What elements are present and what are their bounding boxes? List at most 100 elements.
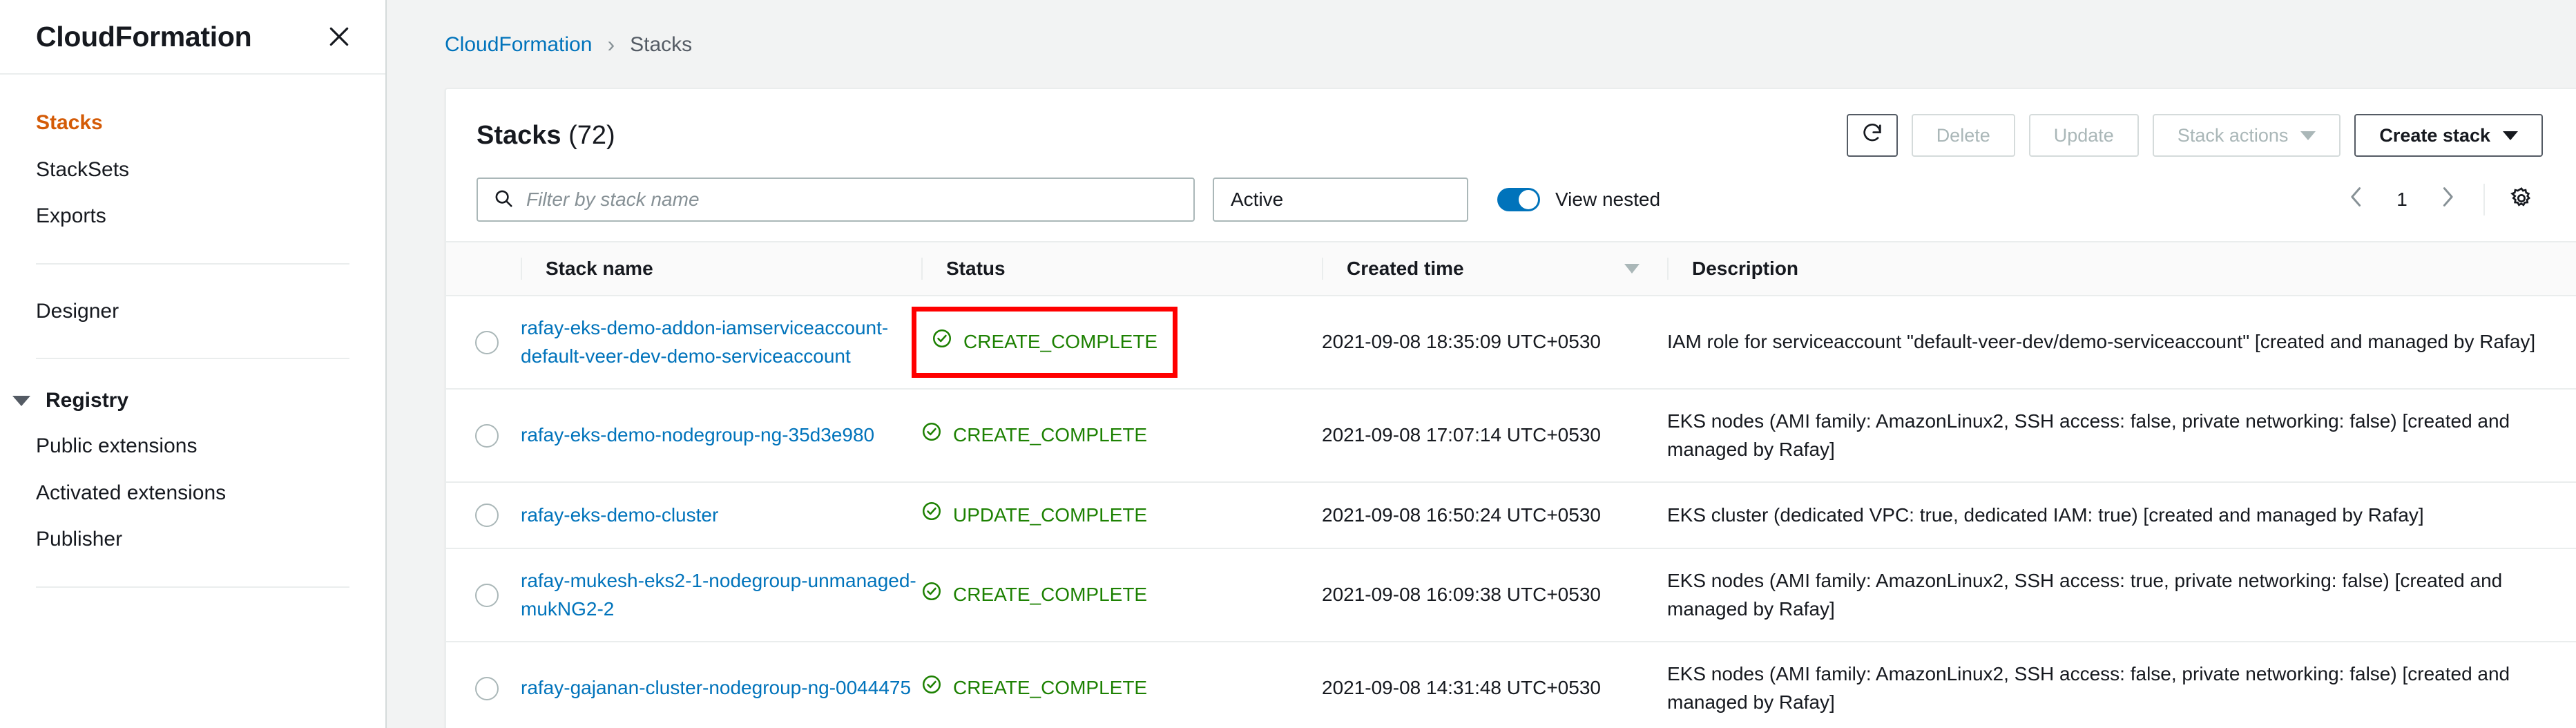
search-icon [493,188,514,212]
row-description-cell: EKS nodes (AMI family: AmazonLinux2, SSH… [1667,389,2576,483]
column-header-created-time[interactable]: Created time [1322,241,1667,296]
sidebar-item-stacksets[interactable]: StackSets [0,146,385,193]
column-header-description[interactable]: Description [1667,241,2576,296]
row-stack-name-cell: rafay-gajanan-cluster-nodegroup-ng-00444… [521,642,921,728]
sidebar-item-activated-extensions[interactable]: Activated extensions [0,470,385,517]
sidebar-divider-1 [36,262,349,265]
table-settings-button[interactable] [2500,178,2543,221]
row-description-cell: EKS cluster (dedicated VPC: true, dedica… [1667,482,2576,549]
breadcrumb-separator-icon: › [607,32,615,57]
stack-name-link[interactable]: rafay-eks-demo-nodegroup-ng-35d3e980 [521,424,874,446]
column-header-status[interactable]: Status [921,241,1322,296]
status-badge: CREATE_COMPLETE [921,421,1147,450]
row-radio[interactable] [475,583,499,607]
column-label: Created time [1347,258,1464,279]
view-nested-label: View nested [1555,189,1661,210]
table-row[interactable]: rafay-eks-demo-cluster UPDATE_COMPLETE 2… [446,482,2576,549]
sidebar-section-registry[interactable]: Registry [0,379,385,423]
chevron-left-icon [2347,185,2365,215]
table-row[interactable]: rafay-eks-demo-addon-iamserviceaccount-d… [446,296,2576,390]
column-header-select [446,241,521,296]
update-button[interactable]: Update [2028,114,2139,157]
row-description-cell: EKS nodes (AMI family: AmazonLinux2, SSH… [1667,642,2576,728]
stack-name-link[interactable]: rafay-mukesh-eks2-1-nodegroup-unmanaged-… [521,570,916,620]
pagination-next-button[interactable] [2427,179,2468,220]
sort-descending-icon [1624,264,1640,274]
stack-name-link[interactable]: rafay-gajanan-cluster-nodegroup-ng-00444… [521,677,911,698]
stack-actions-label: Stack actions [2177,124,2289,146]
sidebar-item-stacks[interactable]: Stacks [0,99,385,146]
breadcrumb-link-cloudformation[interactable]: CloudFormation [445,33,592,57]
status-filter-value: Active [1231,189,1284,210]
status-wrapper: CREATE_COMPLETE [921,581,1147,610]
sidebar-item-label: Public extensions [36,434,198,457]
sidebar-divider-3 [36,586,349,588]
row-stack-name-cell: rafay-eks-demo-nodegroup-ng-35d3e980 [521,389,921,483]
row-status-cell: CREATE_COMPLETE [921,642,1322,728]
table-row[interactable]: rafay-eks-demo-nodegroup-ng-35d3e980 CRE… [446,389,2576,483]
pagination-page-number[interactable]: 1 [2383,189,2421,211]
stacks-count: (72) [568,120,615,150]
table-head: Stack name Status Created time Descripti… [446,241,2576,296]
main-content: CloudFormation › Stacks Stacks (72) Dele… [387,0,2576,728]
row-stack-name-cell: rafay-eks-demo-cluster [521,482,921,549]
refresh-button[interactable] [1846,114,1898,157]
stack-name-link[interactable]: rafay-eks-demo-addon-iamserviceaccount-d… [521,317,888,367]
breadcrumb: CloudFormation › Stacks [387,0,2576,88]
row-select-cell [446,296,521,390]
sidebar-item-public-extensions[interactable]: Public extensions [0,423,385,470]
table-row[interactable]: rafay-mukesh-eks2-1-nodegroup-unmanaged-… [446,548,2576,643]
row-stack-name-cell: rafay-eks-demo-addon-iamserviceaccount-d… [521,296,921,390]
table-header-row: Stack name Status Created time Descripti… [446,241,2576,296]
sidebar-item-designer[interactable]: Designer [0,288,385,335]
row-radio[interactable] [475,330,499,354]
sidebar-service-title: CloudFormation [36,20,252,52]
stack-name-link[interactable]: rafay-eks-demo-cluster [521,504,718,526]
filter-row: Active View nested 1 [446,178,2576,222]
stacks-panel: Stacks (72) Delete Update Stack actions … [445,88,2576,728]
sidebar-item-label: Designer [36,299,119,323]
table-body: rafay-eks-demo-addon-iamserviceaccount-d… [446,296,2576,728]
pagination: 1 [2336,178,2543,221]
row-status-cell: CREATE_COMPLETE [921,389,1322,483]
row-radio[interactable] [475,676,499,700]
breadcrumb-current-stacks: Stacks [630,32,693,56]
view-nested-toggle[interactable] [1497,188,1540,211]
status-wrapper: UPDATE_COMPLETE [921,501,1147,530]
close-icon[interactable] [323,21,355,52]
status-text: CREATE_COMPLETE [953,677,1148,699]
page-title-text: Stacks [477,120,561,150]
row-status-cell: CREATE_COMPLETE [912,296,1322,390]
row-select-cell [446,389,521,483]
status-badge: CREATE_COMPLETE [921,581,1147,610]
row-radio[interactable] [475,504,499,528]
row-status-cell: UPDATE_COMPLETE [921,482,1322,549]
row-select-cell [446,548,521,643]
delete-button[interactable]: Delete [1911,114,2015,157]
sidebar-item-exports[interactable]: Exports [0,193,385,240]
column-header-stack-name[interactable]: Stack name [521,241,921,296]
sidebar: CloudFormation Stacks StackSets Exports … [0,0,387,728]
chevron-down-icon [2300,131,2316,140]
check-circle-icon [921,674,942,703]
stack-actions-button[interactable]: Stack actions [2152,114,2341,157]
sidebar-item-publisher[interactable]: Publisher [0,516,385,563]
search-input[interactable] [526,189,1178,211]
panel-toolbar: Delete Update Stack actions Create stack [1846,114,2543,157]
panel-header: Stacks (72) Delete Update Stack actions … [446,89,2576,178]
stacks-table: Stack name Status Created time Descripti… [446,241,2576,728]
sidebar-item-label: StackSets [36,157,130,181]
row-created-time-cell: 2021-09-08 17:07:14 UTC+0530 [1322,389,1667,483]
status-filter-select[interactable]: Active [1213,178,1468,222]
table-row[interactable]: rafay-gajanan-cluster-nodegroup-ng-00444… [446,642,2576,728]
status-text: CREATE_COMPLETE [953,584,1148,606]
row-created-time-cell: 2021-09-08 18:35:09 UTC+0530 [1322,296,1667,390]
pagination-prev-button[interactable] [2336,179,2377,220]
column-label: Status [946,258,1006,279]
search-box[interactable] [477,178,1195,222]
sidebar-divider-2 [36,358,349,359]
status-wrapper: CREATE_COMPLETE [921,674,1147,703]
create-stack-label: Create stack [2379,124,2490,146]
create-stack-button[interactable]: Create stack [2354,114,2543,157]
row-radio[interactable] [475,423,499,448]
